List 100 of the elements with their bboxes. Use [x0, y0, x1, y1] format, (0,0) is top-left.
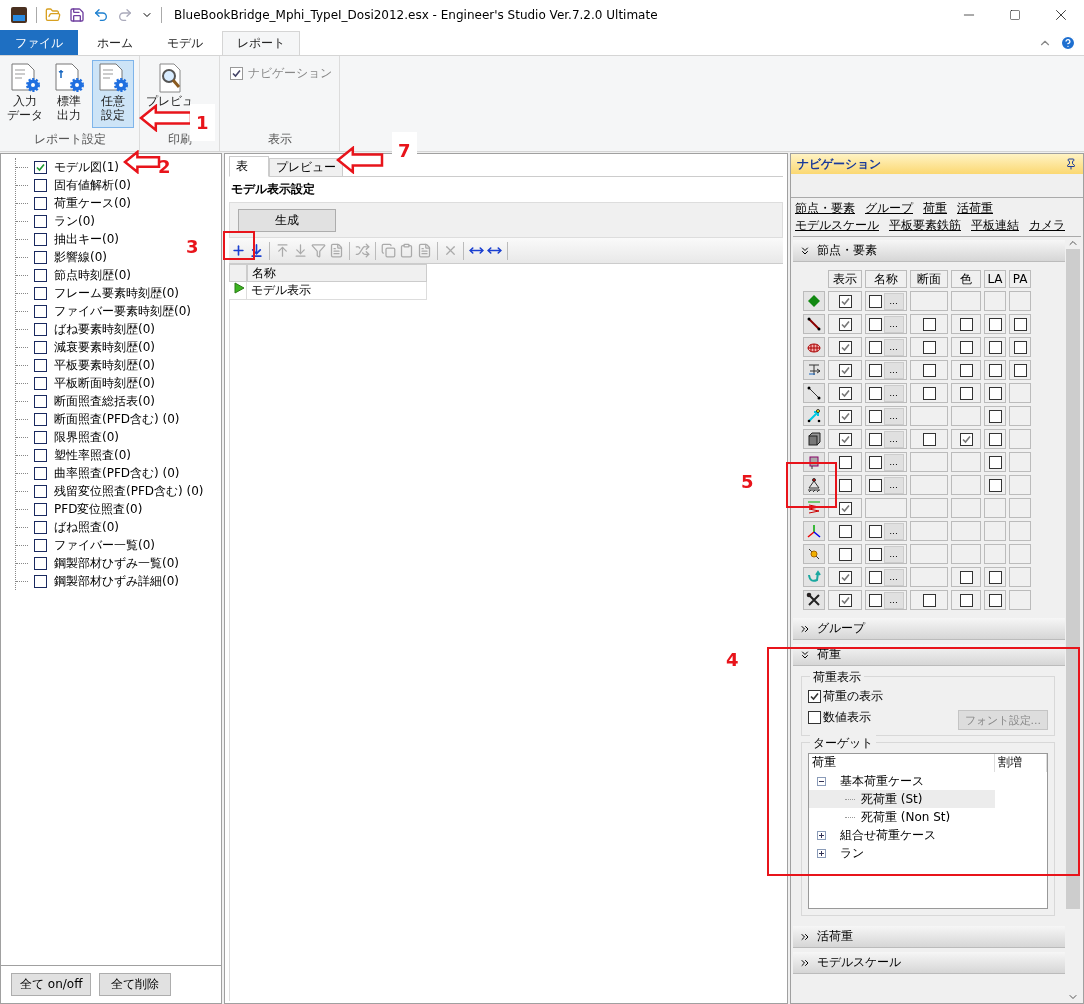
insert-icon[interactable]	[249, 243, 264, 258]
row-icon-button[interactable]	[803, 383, 825, 403]
tree-item-label[interactable]: 平板断面時刻歴(0)	[54, 374, 155, 392]
tree-item-label[interactable]: 影響線(0)	[54, 248, 107, 266]
checkbox[interactable]	[868, 570, 882, 584]
undo-icon[interactable]	[93, 7, 109, 23]
checkbox[interactable]	[34, 196, 47, 210]
tree-item-label[interactable]: 鋼製部材ひずみ一覧(0)	[54, 554, 179, 572]
checkbox[interactable]	[838, 501, 852, 515]
ellipsis-button[interactable]: ...	[883, 384, 904, 402]
checkbox[interactable]	[959, 340, 973, 354]
section-header[interactable]: 節点・要素	[793, 240, 1065, 262]
section-header[interactable]: 活荷重	[793, 926, 1065, 948]
tree-item-label[interactable]: 荷重ケース(0)	[54, 194, 131, 212]
checkbox[interactable]	[838, 593, 852, 607]
checkbox[interactable]	[838, 524, 852, 538]
checkbox[interactable]	[959, 317, 973, 331]
maximize-icon[interactable]	[1009, 9, 1021, 21]
plus-icon[interactable]	[231, 243, 246, 258]
checkbox[interactable]	[868, 478, 882, 492]
checkbox[interactable]	[34, 484, 47, 498]
row-icon-button[interactable]	[803, 406, 825, 426]
checkbox[interactable]	[838, 340, 852, 354]
checkbox[interactable]	[868, 363, 882, 377]
nav-link[interactable]: グループ	[865, 200, 913, 217]
row-icon-button[interactable]	[803, 590, 825, 610]
tree-item[interactable]: 基本荷重ケース	[809, 772, 995, 790]
ellipsis-button[interactable]: ...	[883, 407, 904, 425]
collapse-icon[interactable]	[817, 776, 826, 786]
checkbox[interactable]	[34, 376, 47, 390]
checkbox[interactable]	[868, 524, 882, 538]
checkbox-label[interactable]: 荷重の表示	[808, 687, 883, 705]
tree-item-label[interactable]: フレーム要素時刻歴(0)	[54, 284, 179, 302]
checkbox[interactable]	[34, 556, 47, 570]
tree-item-label[interactable]: PFD変位照査(0)	[54, 500, 143, 518]
checkbox[interactable]	[34, 466, 47, 480]
tree-item-label[interactable]: 残留変位照査(PFD含む) (0)	[54, 482, 204, 500]
ribbon-button[interactable]: 任意 設定	[92, 60, 134, 128]
checkbox-label[interactable]: 数値表示	[808, 708, 871, 726]
row-icon-button[interactable]	[803, 429, 825, 449]
toggle-button[interactable]: 全て削除	[99, 973, 172, 996]
checkbox[interactable]	[34, 574, 47, 588]
checkbox[interactable]	[868, 386, 882, 400]
checkbox[interactable]	[34, 358, 47, 372]
checkbox[interactable]	[868, 593, 882, 607]
checkbox[interactable]	[34, 232, 47, 246]
ribbon-button[interactable]: 入力 データ	[4, 60, 46, 128]
checkbox[interactable]	[868, 317, 882, 331]
ellipsis-button[interactable]: ...	[883, 453, 904, 471]
row-icon-button[interactable]	[803, 475, 825, 495]
ellipsis-button[interactable]: ...	[883, 292, 904, 310]
tree-item-label[interactable]: 固有値解析(0)	[54, 176, 131, 194]
checkbox[interactable]	[922, 340, 936, 354]
ellipsis-button[interactable]: ...	[883, 338, 904, 356]
checkbox[interactable]	[959, 432, 973, 446]
checkbox[interactable]	[838, 294, 852, 308]
checkbox[interactable]	[959, 363, 973, 377]
tree-item-label[interactable]: 抽出キー(0)	[54, 230, 119, 248]
checkbox[interactable]	[838, 570, 852, 584]
tree-item-label[interactable]: ファイバー一覧(0)	[54, 536, 155, 554]
checkbox[interactable]	[34, 178, 47, 192]
checkbox[interactable]	[868, 547, 882, 561]
ellipsis-button[interactable]: ...	[883, 545, 904, 563]
tree-item[interactable]: ラン	[809, 844, 995, 862]
tree-item-label[interactable]: 限界照査(0)	[54, 428, 119, 446]
checkbox[interactable]	[34, 214, 47, 228]
tree-item-label[interactable]: 鋼製部材ひずみ詳細(0)	[54, 572, 179, 590]
checkbox[interactable]	[838, 455, 852, 469]
checkbox[interactable]	[34, 250, 47, 264]
ellipsis-button[interactable]: ...	[883, 522, 904, 540]
checkbox[interactable]	[959, 593, 973, 607]
tree-item-label[interactable]: 曲率照査(PFD含む) (0)	[54, 464, 180, 482]
checkbox[interactable]	[34, 394, 47, 408]
checkbox[interactable]	[868, 409, 882, 423]
checkbox[interactable]	[34, 340, 47, 354]
checkbox[interactable]	[34, 412, 47, 426]
tree-item-label[interactable]: ラン(0)	[54, 212, 95, 230]
checkbox[interactable]	[838, 363, 852, 377]
checkbox[interactable]	[34, 304, 47, 318]
pin-icon[interactable]	[1065, 158, 1077, 170]
tree-item[interactable]: 死荷重 (Non St)	[809, 808, 995, 826]
checkbox[interactable]	[34, 448, 47, 462]
expand-icon[interactable]	[817, 830, 826, 840]
checkbox[interactable]	[838, 317, 852, 331]
ellipsis-button[interactable]: ...	[883, 315, 904, 333]
tree-item-label[interactable]: ファイバー要素時刻歴(0)	[54, 302, 191, 320]
generate-button[interactable]: 生成	[238, 208, 336, 232]
ribbon-button[interactable]: 標準 出力	[48, 60, 90, 128]
ribbon-tab[interactable]: レポート	[222, 31, 300, 55]
ellipsis-button[interactable]: ...	[883, 476, 904, 494]
nav-link[interactable]: 平板連結	[971, 217, 1019, 234]
checkbox[interactable]	[838, 409, 852, 423]
checkbox[interactable]	[838, 432, 852, 446]
tree-item-label[interactable]: 平板要素時刻歴(0)	[54, 356, 155, 374]
checkbox[interactable]	[959, 386, 973, 400]
checkbox[interactable]	[922, 363, 936, 377]
checkbox[interactable]	[838, 547, 852, 561]
checkbox[interactable]	[838, 478, 852, 492]
nav-link[interactable]: 荷重	[923, 200, 947, 217]
tree-item-label[interactable]: 塑性率照査(0)	[54, 446, 131, 464]
